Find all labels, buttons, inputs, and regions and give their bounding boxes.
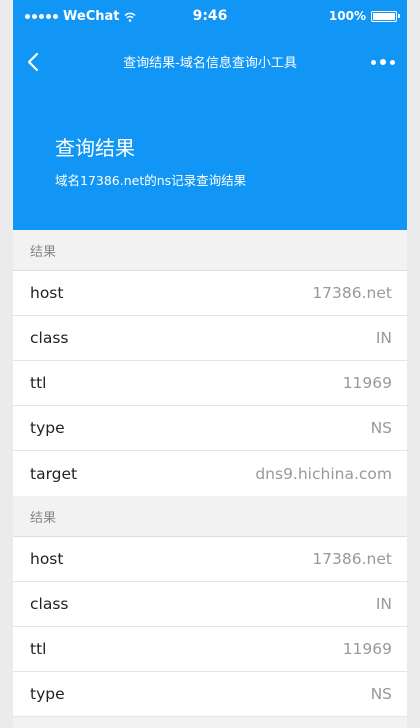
row-value: dns9.hichina.com — [255, 464, 392, 483]
table-row-host: host 17386.net — [13, 537, 407, 582]
more-options-icon[interactable] — [371, 59, 395, 65]
row-key: host — [30, 550, 64, 568]
result-header: 查询结果 域名17386.net的ns记录查询结果 — [13, 90, 407, 230]
row-value: 17386.net — [312, 550, 392, 568]
row-key: ttl — [30, 374, 47, 392]
table-row-ttl: ttl 11969 — [13, 361, 407, 406]
table-row-ttl: ttl 11969 — [13, 627, 407, 672]
row-key: class — [30, 595, 69, 613]
row-value: NS — [370, 685, 392, 703]
row-key: type — [30, 685, 65, 703]
row-value: NS — [370, 419, 392, 437]
row-value: 11969 — [342, 640, 392, 658]
row-key: type — [30, 419, 65, 437]
row-value: IN — [375, 329, 392, 347]
table-row-host: host 17386.net — [13, 271, 407, 316]
section-header: 结果 — [13, 496, 407, 537]
nav-bar: 查询结果-域名信息查询小工具 — [13, 34, 407, 90]
status-bar: WeChat 9:46 100% — [13, 0, 407, 34]
nav-title: 查询结果-域名信息查询小工具 — [123, 56, 297, 71]
section-header: 结果 — [13, 230, 407, 271]
table-row-type: type NS — [13, 406, 407, 451]
phone-screen: WeChat 9:46 100% 查询结果-域名信息查询小工具 查询结果 域名1… — [13, 0, 407, 728]
status-right: 100% — [328, 9, 400, 23]
row-value: 11969 — [342, 374, 392, 392]
table-row-target: target dns9.hichina.com — [13, 451, 407, 496]
row-key: target — [30, 464, 78, 483]
row-key: host — [30, 284, 64, 302]
result-list: 结果 host 17386.net class IN ttl 11969 typ… — [13, 230, 407, 717]
row-key: class — [30, 329, 69, 347]
table-row-class: class IN — [13, 316, 407, 361]
row-value: IN — [375, 595, 392, 613]
battery-icon — [371, 10, 400, 22]
page-title: 查询结果 — [55, 136, 135, 160]
battery-percent: 100% — [328, 9, 366, 23]
table-row-class: class IN — [13, 582, 407, 627]
back-arrow-icon[interactable] — [23, 50, 45, 74]
row-value: 17386.net — [312, 284, 392, 302]
page-subtitle: 域名17386.net的ns记录查询结果 — [55, 173, 247, 188]
row-key: ttl — [30, 640, 47, 658]
table-row-type: type NS — [13, 672, 407, 717]
